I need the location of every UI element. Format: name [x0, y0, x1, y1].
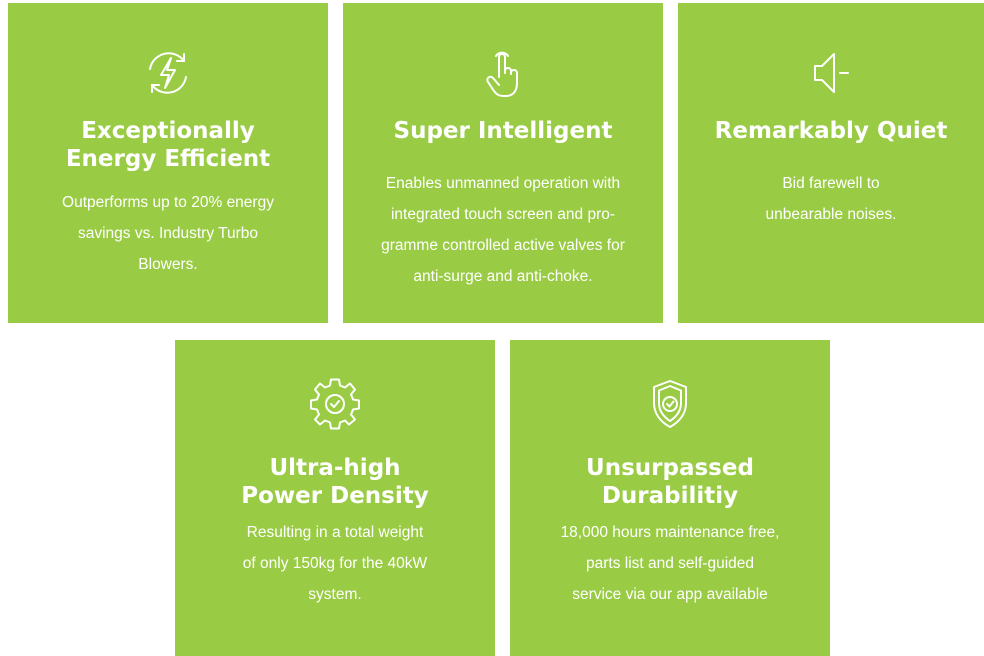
card-title-line: Super Intelligent — [393, 118, 613, 144]
shield-check-icon — [642, 376, 698, 432]
feature-card-power-density: Ultra-high Power Density Resulting in a … — [175, 340, 495, 656]
touch-hand-icon — [475, 45, 531, 101]
card-desc-line: savings vs. Industry Turbo — [77, 225, 259, 242]
card-desc-line: Outperforms up to 20% energy — [62, 194, 274, 211]
speaker-mute-icon — [803, 45, 859, 101]
lightning-refresh-icon — [140, 45, 196, 101]
card-desc-line: Resulting in a total weight — [246, 524, 424, 541]
card-desc-line: unbearable noises. — [765, 206, 897, 223]
feature-card-intelligent: Super Intelligent Enables unmanned opera… — [343, 3, 663, 323]
card-title-line: Unsurpassed — [586, 455, 754, 481]
card-title-line: Power Density — [241, 483, 429, 509]
card-title-line: Remarkably Quiet — [714, 118, 948, 144]
card-title-line: Durabilitiy — [601, 483, 739, 509]
card-title-line: Exceptionally — [81, 118, 255, 144]
card-desc-line: Bid farewell to — [782, 175, 880, 192]
card-desc-line: integrated touch screen and pro- — [390, 206, 616, 223]
card-desc-line: of only 150kg for the 40kW — [242, 555, 428, 572]
card-desc-line: anti-surge and anti-choke. — [413, 268, 593, 285]
card-title-line: Energy Efficient — [65, 146, 271, 172]
feature-card-durability: Unsurpassed Durabilitiy 18,000 hours mai… — [510, 340, 830, 656]
feature-card-quiet: Remarkably Quiet Bid farewell to unbeara… — [678, 3, 984, 323]
card-desc-line: system. — [308, 586, 362, 603]
card-title-line: Ultra-high — [269, 455, 401, 481]
card-desc-line: service via our app available — [572, 586, 768, 603]
card-desc-line: Blowers. — [138, 256, 198, 273]
card-desc-line: Enables unmanned operation with — [385, 175, 621, 192]
card-desc-line: gramme controlled active valves for — [381, 237, 625, 254]
card-desc-line: 18,000 hours maintenance free, — [560, 524, 780, 541]
feature-card-energy: Exceptionally Energy Efficient Outperfor… — [8, 3, 328, 323]
gear-check-icon — [307, 376, 363, 432]
card-desc-line: parts list and self-guided — [585, 555, 754, 572]
